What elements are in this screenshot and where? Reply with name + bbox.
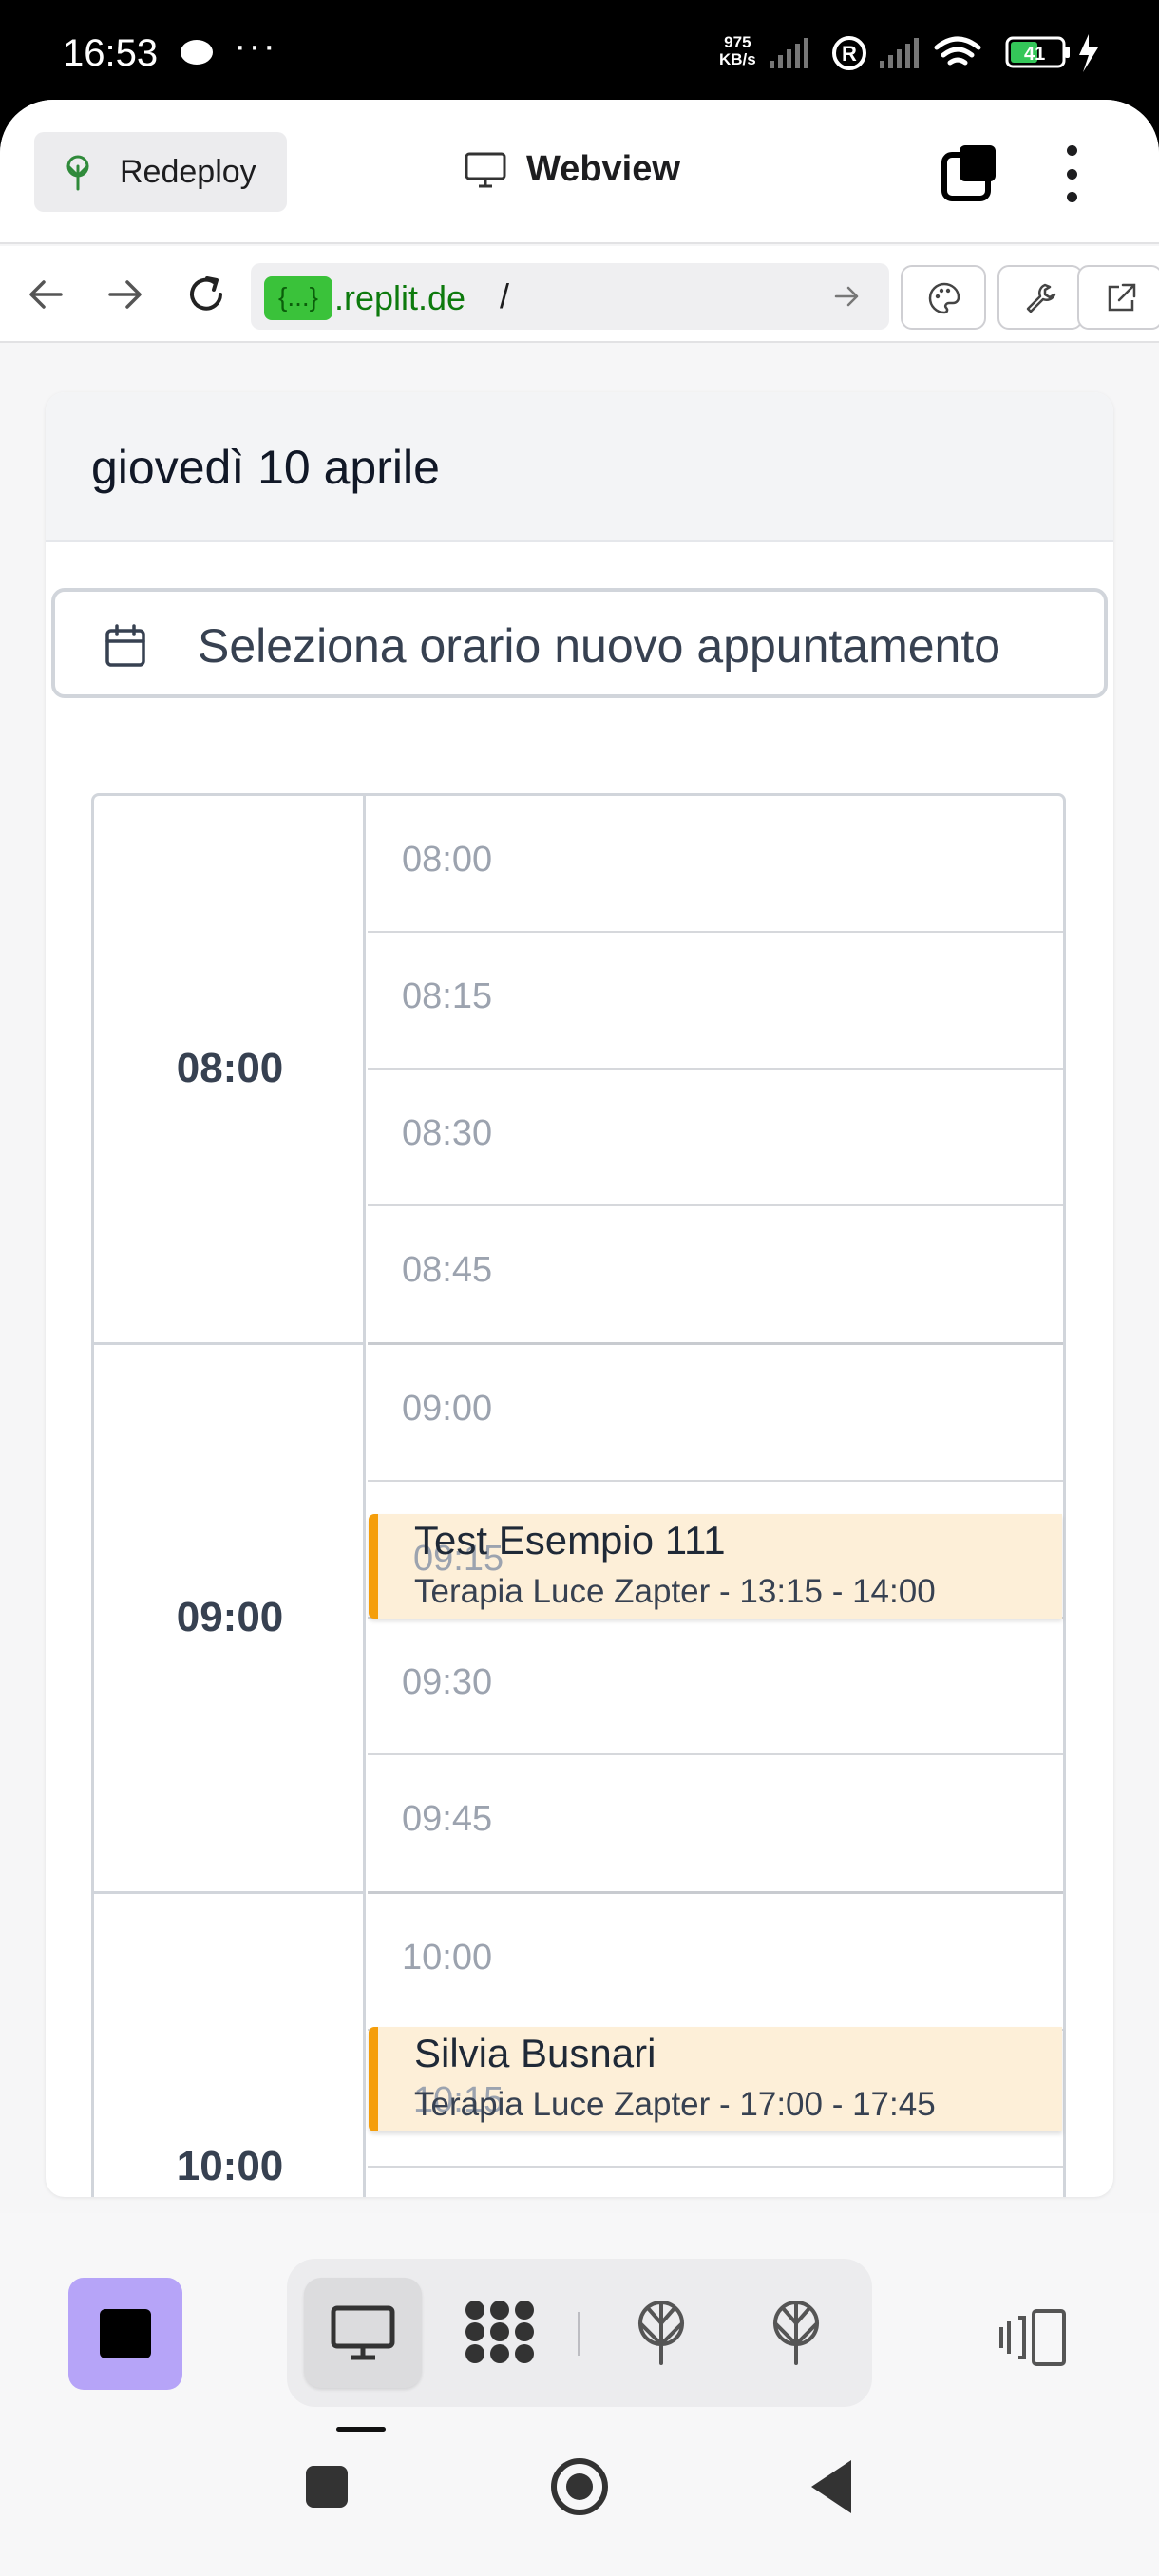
more-options-icon[interactable] (1058, 145, 1085, 202)
appointment-card[interactable]: 10:15 Silvia Busnari Terapia Luce Zapter… (369, 2027, 1062, 2131)
url-badge: {...} (264, 276, 332, 320)
hour-block-0800: 08:00 (94, 796, 366, 1345)
wifi-icon (934, 36, 981, 66)
deploy-icon (66, 155, 89, 191)
slot-label: 09:30 (402, 1662, 493, 1702)
devtools-button[interactable] (998, 265, 1083, 330)
slot-label: 08:00 (402, 840, 493, 880)
calendar-icon (105, 624, 145, 667)
app-bar: Redeploy Webview (0, 100, 1159, 244)
wrench-icon (1026, 283, 1056, 313)
network-speed-unit: KB/s (719, 50, 756, 68)
back-arrow-icon[interactable] (23, 271, 70, 318)
hour-block-0900: 09:00 (94, 1345, 366, 1894)
replit-app: Redeploy Webview {...} .replit.de / giov… (0, 100, 1159, 2576)
time-slot[interactable]: 10:00 (368, 1894, 1063, 2031)
webview-title-label: Webview (526, 149, 680, 189)
divider (578, 2312, 580, 2356)
calendar-card: giovedì 10 aprile Seleziona orario nuovo… (46, 392, 1113, 2197)
slot-label: 09:00 (402, 1389, 493, 1429)
chat-bubble-icon (180, 40, 213, 65)
status-icons: R 41 (770, 34, 1098, 72)
hour-label: 09:00 (176, 1594, 284, 1640)
back-button[interactable] (811, 2460, 851, 2513)
signal-icon (770, 38, 808, 68)
hour-label: 08:00 (176, 1045, 284, 1091)
slot-label: 09:45 (402, 1799, 493, 1839)
webview-tab[interactable] (304, 2278, 422, 2388)
stop-icon (100, 2309, 151, 2358)
network-speed: 975 KB/s (719, 34, 756, 68)
redeploy-button[interactable]: Redeploy (34, 132, 287, 212)
monitor-icon (331, 2305, 395, 2360)
palette-icon (928, 282, 960, 314)
recents-button[interactable] (306, 2466, 348, 2508)
svg-text:41: 41 (1024, 44, 1045, 65)
webview-viewport: giovedì 10 aprile Seleziona orario nuovo… (0, 343, 1159, 2243)
appointment-name: Test Esempio 111 (414, 1518, 726, 1563)
time-grid: 08:00 09:00 10:00 08:00 08:15 08:30 08:4… (91, 793, 1066, 2197)
select-slot-button[interactable]: Seleziona orario nuovo appuntamento (51, 588, 1108, 698)
device-switch-icon[interactable] (998, 2308, 1068, 2367)
slot-label: 08:15 (402, 976, 493, 1016)
monitor-icon (465, 152, 506, 187)
url-path: / (500, 276, 510, 315)
appointment-detail: Terapia Luce Zapter - 17:00 - 17:45 (414, 2086, 936, 2123)
more-notifications-icon: ··· (234, 25, 277, 66)
appointment-detail: Terapia Luce Zapter - 13:15 - 14:00 (414, 1573, 936, 1610)
hour-label: 10:00 (176, 2143, 284, 2189)
deploy-icon[interactable] (633, 2299, 690, 2365)
forward-arrow-icon[interactable] (101, 271, 148, 318)
status-bar: 16:53 ··· 975 KB/s R 41 (0, 0, 1159, 100)
slot-label: 08:45 (402, 1250, 493, 1290)
calendar-header: giovedì 10 aprile (46, 392, 1113, 542)
url-host: .replit.de (334, 278, 466, 317)
time-slot[interactable]: 08:30 (368, 1070, 1063, 1206)
url-bar: {...} .replit.de / (0, 246, 1159, 343)
clock: 16:53 (63, 32, 159, 74)
system-nav-bar (0, 2432, 1159, 2576)
signal-icon-2 (880, 38, 919, 68)
redeploy-label: Redeploy (120, 153, 256, 190)
select-slot-label: Seleziona orario nuovo appuntamento (198, 619, 1001, 672)
url-input[interactable]: {...} .replit.de / (251, 263, 889, 330)
open-external-button[interactable] (1077, 265, 1159, 330)
reload-icon[interactable] (182, 271, 230, 318)
time-slot[interactable]: 09:45 (368, 1755, 1063, 1894)
calendar-date: giovedì 10 aprile (91, 441, 440, 494)
appointment-name: Silvia Busnari (414, 2031, 656, 2075)
roaming-icon: R (832, 36, 866, 70)
time-slot[interactable]: 08:00 (368, 796, 1063, 933)
time-slot[interactable]: 09:00 (368, 1345, 1063, 1482)
charging-icon (1079, 34, 1098, 72)
svg-text:R: R (842, 42, 857, 66)
battery-icon: 41 (1005, 36, 1070, 68)
workspace-icon[interactable] (464, 2299, 536, 2365)
time-slot[interactable]: 08:15 (368, 933, 1063, 1070)
time-slot[interactable]: 08:45 (368, 1206, 1063, 1345)
view-switcher (287, 2259, 872, 2407)
home-button[interactable] (551, 2458, 608, 2515)
go-arrow-icon[interactable] (832, 282, 861, 311)
network-speed-value: 975 (724, 33, 751, 51)
tabs-icon[interactable] (940, 143, 998, 202)
slot-label: 08:30 (402, 1113, 493, 1153)
webview-title: Webview (464, 149, 680, 190)
external-link-icon (1108, 283, 1136, 312)
appointment-card[interactable]: 09:15 Test Esempio 111 Terapia Luce Zapt… (369, 1514, 1062, 1619)
slot-label: 10:00 (402, 1938, 493, 1978)
stop-button[interactable] (68, 2278, 182, 2390)
theme-button[interactable] (901, 265, 986, 330)
deploy-icon[interactable] (768, 2299, 825, 2365)
time-slot[interactable]: 09:30 (368, 1619, 1063, 1755)
hour-block-1000: 10:00 (94, 1894, 366, 2197)
bottom-toolbar (0, 2213, 1159, 2576)
